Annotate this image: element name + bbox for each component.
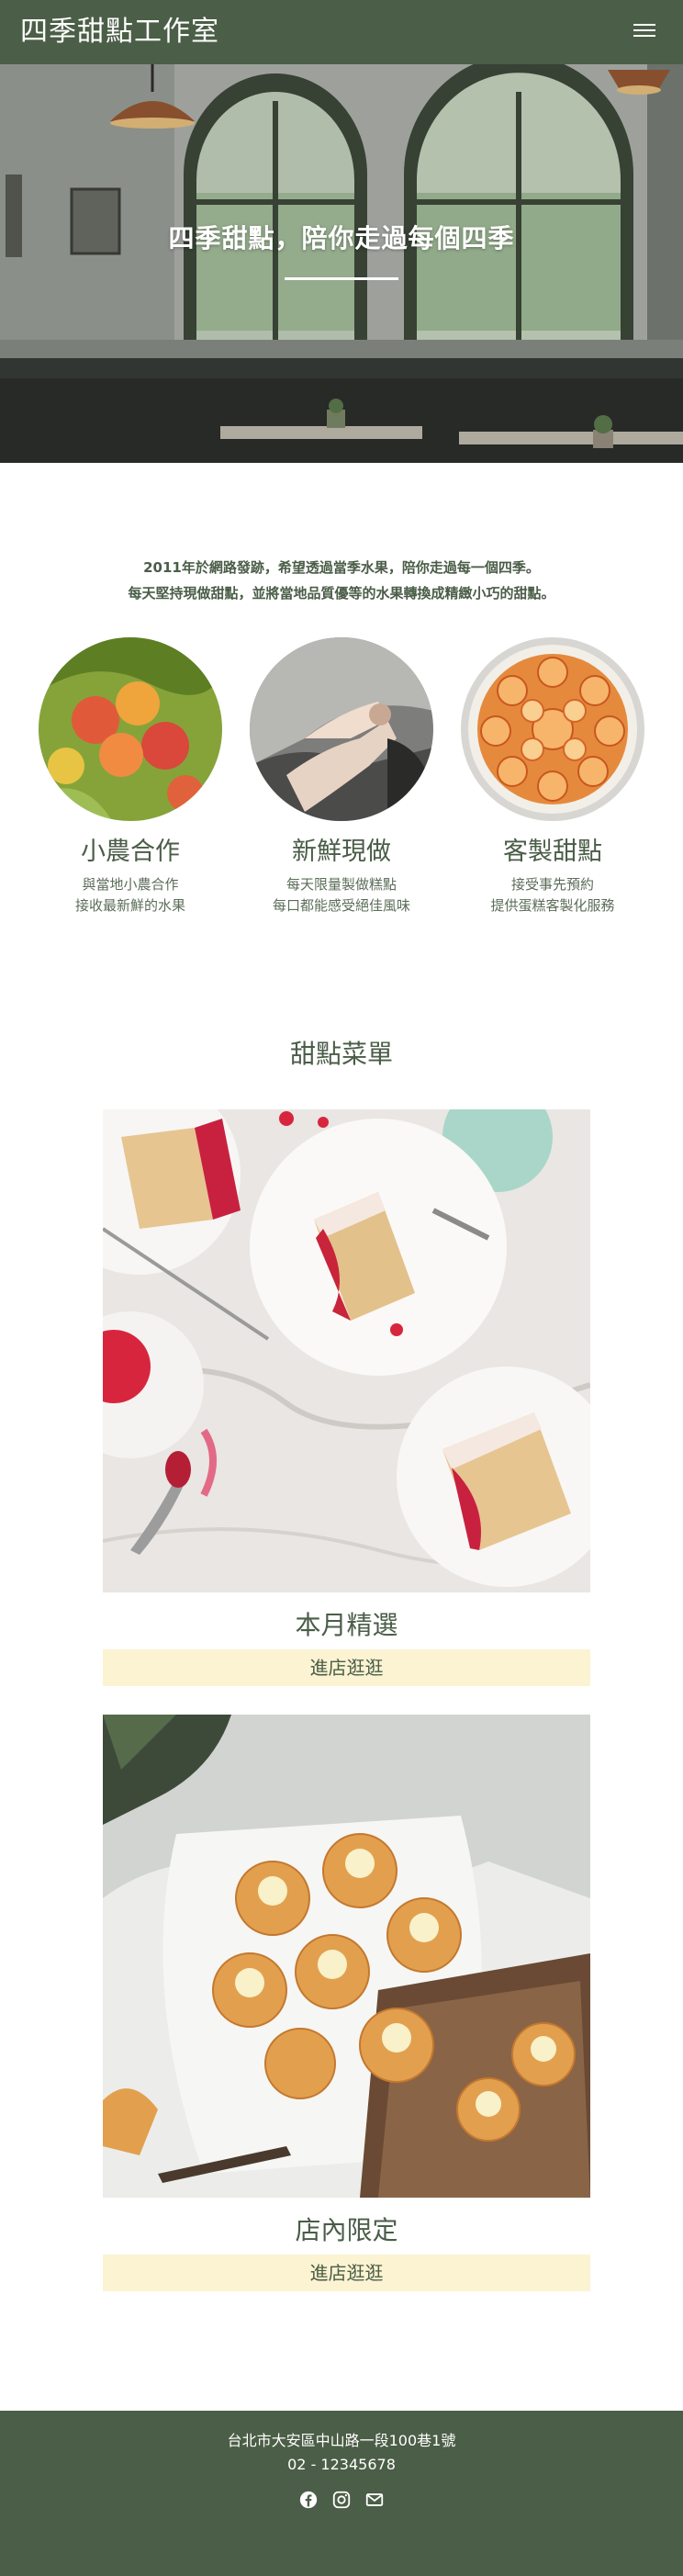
feature-desc: 每天限量製做糕點 每口都能感受絕佳風味 bbox=[233, 874, 450, 917]
peaches-image bbox=[39, 637, 222, 821]
baker-hands-image bbox=[250, 637, 433, 821]
mail-icon[interactable] bbox=[364, 2490, 385, 2510]
instagram-icon[interactable] bbox=[331, 2490, 352, 2510]
feature-fresh: 新鮮現做 每天限量製做糕點 每口都能感受絕佳風味 bbox=[233, 637, 450, 917]
menu-card: 本月精選 進店逛逛 bbox=[103, 1109, 590, 1686]
site-header: 四季甜點工作室 bbox=[0, 0, 683, 64]
facebook-icon[interactable] bbox=[298, 2490, 319, 2510]
feature-desc-line: 接收最新鮮的水果 bbox=[74, 897, 185, 914]
footer-address: 台北市大安區中山路一段100巷1號 bbox=[227, 2432, 456, 2449]
hero-banner: 四季甜點，陪你走過每個四季 bbox=[0, 64, 683, 463]
intro-line-1: 2011年於網路發跡，希望透過當季水果，陪你走過每一個四季。 bbox=[143, 559, 540, 576]
orange-tart-image bbox=[461, 637, 644, 821]
feature-desc-line: 接受事先預約 bbox=[510, 876, 594, 893]
social-links bbox=[0, 2490, 683, 2510]
feature-desc-line: 每口都能感受絕佳風味 bbox=[272, 897, 410, 914]
feature-desc-line: 與當地小農合作 bbox=[82, 876, 179, 893]
intro-text: 2011年於網路發跡，希望透過當季水果，陪你走過每一個四季。 每天堅持現做甜點，… bbox=[0, 555, 683, 606]
menu-card-title: 店內限定 bbox=[295, 2215, 398, 2245]
feature-custom: 客製甜點 接受事先預約 提供蛋糕客製化服務 bbox=[444, 637, 661, 917]
footer-phone: 02 - 12345678 bbox=[287, 2456, 396, 2473]
feature-title: 客製甜點 bbox=[503, 838, 602, 866]
feature-title: 新鮮現做 bbox=[292, 838, 391, 866]
feature-desc: 接受事先預約 提供蛋糕客製化服務 bbox=[444, 874, 661, 917]
visit-store-button[interactable]: 進店逛逛 bbox=[103, 1649, 590, 1686]
hamburger-icon[interactable] bbox=[633, 24, 655, 40]
site-footer: 台北市大安區中山路一段100巷1號 02 - 12345678 bbox=[0, 2411, 683, 2576]
features-section: 小農合作 與當地小農合作 接收最新鮮的水果 新鮮現做 每天限量製做糕點 每口都能… bbox=[0, 637, 683, 931]
hero-title: 四季甜點，陪你走過每個四季 bbox=[168, 223, 515, 253]
lemon-muffins-image[interactable] bbox=[103, 1715, 590, 2198]
feature-desc: 與當地小農合作 接收最新鮮的水果 bbox=[22, 874, 239, 917]
visit-store-button[interactable]: 進店逛逛 bbox=[103, 2255, 590, 2291]
menu-card-title: 本月精選 bbox=[295, 1610, 398, 1640]
intro-line-2: 每天堅持現做甜點，並將當地品質優等的水果轉換成精緻小巧的甜點。 bbox=[128, 585, 555, 602]
feature-desc-line: 提供蛋糕客製化服務 bbox=[490, 897, 615, 914]
hero-underline bbox=[285, 277, 398, 280]
berry-cake-image[interactable] bbox=[103, 1109, 590, 1592]
site-brand[interactable]: 四季甜點工作室 bbox=[20, 15, 219, 50]
menu-card: 店內限定 進店逛逛 bbox=[103, 1715, 590, 2291]
feature-farm: 小農合作 與當地小農合作 接收最新鮮的水果 bbox=[22, 637, 239, 917]
feature-desc-line: 每天限量製做糕點 bbox=[286, 876, 397, 893]
cafe-interior-image bbox=[0, 64, 683, 463]
feature-title: 小農合作 bbox=[81, 838, 180, 866]
menu-section-title: 甜點菜單 bbox=[289, 1039, 393, 1069]
